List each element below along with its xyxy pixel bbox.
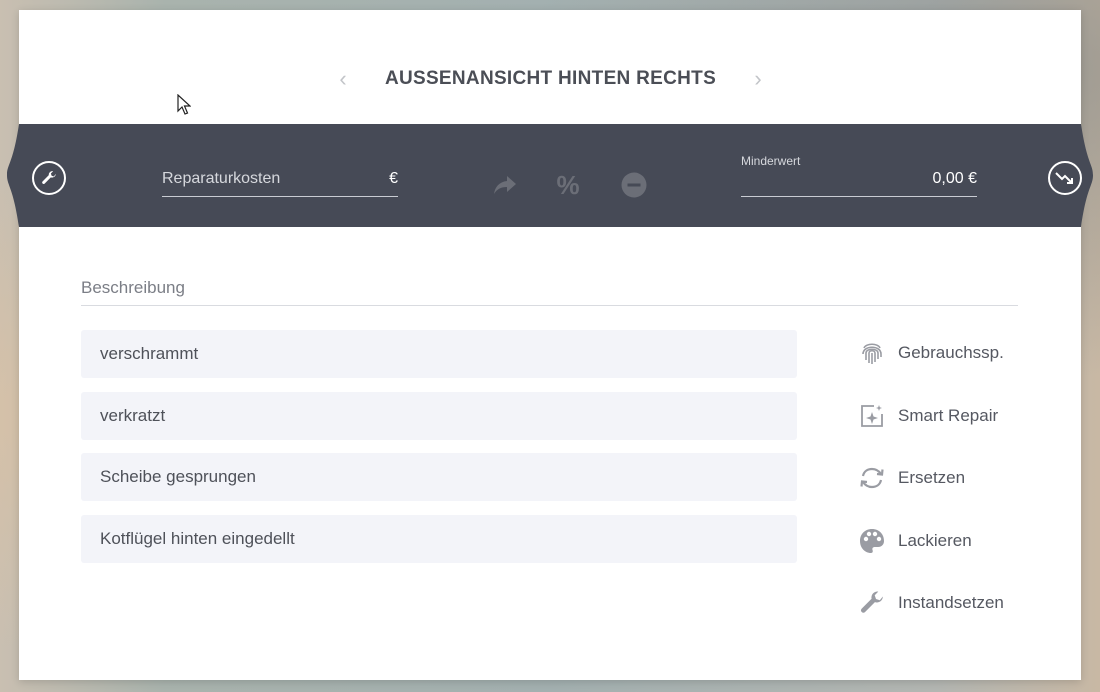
action-gebrauchsspuren[interactable]: Gebrauchssp. xyxy=(858,340,1068,366)
share-arrow-icon[interactable] xyxy=(492,172,518,198)
description-list: verschrammt verkratzt Scheibe gesprungen… xyxy=(81,330,797,577)
wrench-icon xyxy=(858,589,886,617)
chevron-left-icon[interactable]: ‹ xyxy=(333,66,353,92)
minderwert-label: Minderwert xyxy=(741,154,801,168)
palette-icon xyxy=(858,527,886,555)
action-ersetzen[interactable]: Ersetzen xyxy=(858,465,1068,491)
mouse-pointer-icon xyxy=(177,94,191,115)
currency-unit: € xyxy=(389,170,398,187)
fingerprint-icon xyxy=(858,339,886,367)
minus-circle-icon[interactable] xyxy=(621,172,647,198)
page-title: AUSSENANSICHT HINTEN RECHTS xyxy=(384,68,717,89)
repair-cost-input[interactable]: Reparaturkosten € xyxy=(162,167,398,197)
action-label: Smart Repair xyxy=(898,405,999,425)
action-smart-repair[interactable]: Smart Repair xyxy=(858,403,1068,429)
replace-icon xyxy=(858,464,886,492)
chevron-right-icon[interactable]: › xyxy=(748,66,768,92)
minderwert-value: 0,00 € xyxy=(932,170,977,187)
wrench-icon[interactable] xyxy=(32,161,66,195)
smart-repair-icon xyxy=(858,402,886,430)
divider xyxy=(81,305,1018,306)
cost-bar: Reparaturkosten € % Minderwert 0,00 € xyxy=(7,124,1093,227)
action-label: Ersetzen xyxy=(898,468,966,487)
action-label: Gebrauchssp. xyxy=(898,343,1004,362)
action-lackieren[interactable]: Lackieren xyxy=(858,528,1068,554)
list-item[interactable]: verschrammt xyxy=(81,330,797,378)
percent-icon[interactable]: % xyxy=(553,170,583,200)
description-label: Beschreibung xyxy=(81,278,185,297)
list-item[interactable]: verkratzt xyxy=(81,392,797,440)
repair-cost-placeholder: Reparaturkosten xyxy=(162,170,281,187)
action-label: Instandsetzen xyxy=(898,593,1004,612)
list-item[interactable]: Scheibe gesprungen xyxy=(81,453,797,501)
action-label: Lackieren xyxy=(898,530,972,550)
action-list: Gebrauchssp. Smart Repair Ersetzen Lacki… xyxy=(858,340,1068,653)
minderwert-input[interactable]: 0,00 € xyxy=(741,167,977,197)
damage-card: ‹ AUSSENANSICHT HINTEN RECHTS › Reparatu… xyxy=(7,10,1093,680)
trend-down-icon[interactable] xyxy=(1048,161,1082,195)
list-item[interactable]: Kotflügel hinten eingedellt xyxy=(81,515,797,563)
action-instandsetzen[interactable]: Instandsetzen xyxy=(858,590,1068,616)
